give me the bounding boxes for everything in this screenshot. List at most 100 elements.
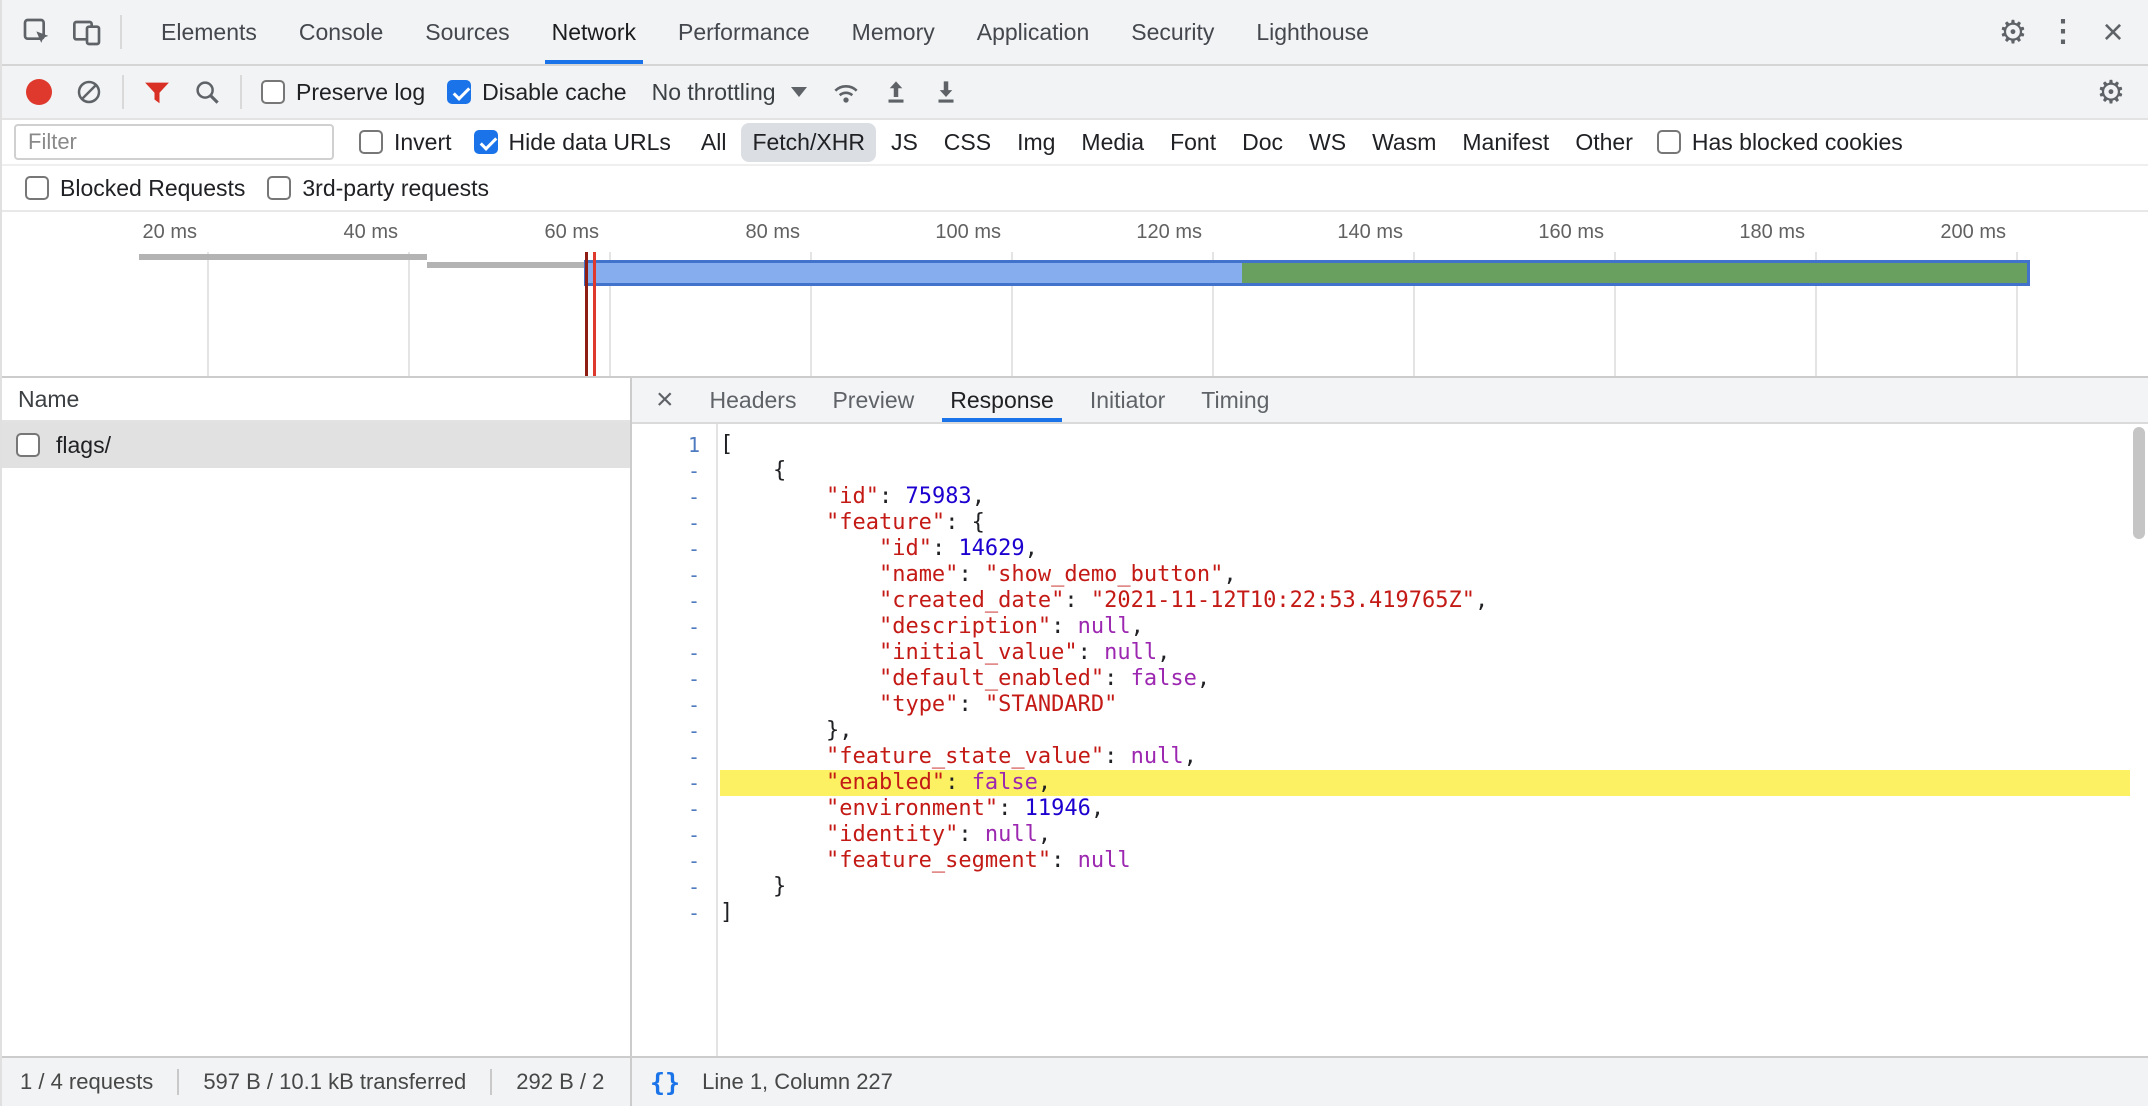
- invert-checkbox[interactable]: Invert: [359, 129, 452, 156]
- checkbox-box-checked: [447, 80, 471, 104]
- token: :: [1051, 614, 1078, 639]
- token: 14629: [958, 536, 1024, 561]
- detail-tab-initiator[interactable]: Initiator: [1072, 378, 1183, 422]
- record-network-log-button[interactable]: [14, 67, 64, 117]
- gutter-line: -: [632, 900, 716, 926]
- import-har-icon[interactable]: [871, 67, 921, 117]
- token: ,: [1091, 796, 1104, 821]
- token: :: [932, 536, 959, 561]
- code-line: "default_enabled": false,: [720, 666, 2130, 692]
- tab-console[interactable]: Console: [278, 0, 404, 64]
- token: ,: [972, 484, 985, 509]
- request-checkbox[interactable]: [16, 433, 40, 457]
- inspect-element-icon[interactable]: [12, 7, 62, 57]
- filter-chip-img[interactable]: Img: [1006, 123, 1066, 162]
- filter-chip-fetch-xhr[interactable]: Fetch/XHR: [741, 123, 875, 162]
- has-blocked-cookies-checkbox[interactable]: Has blocked cookies: [1657, 129, 1903, 156]
- name-column-header[interactable]: Name: [2, 378, 630, 422]
- code-line: [: [720, 432, 2130, 458]
- gutter-line: -: [632, 484, 716, 510]
- detail-tab-response[interactable]: Response: [932, 378, 1072, 422]
- tab-lighthouse[interactable]: Lighthouse: [1235, 0, 1390, 64]
- code-line: "environment": 11946,: [720, 796, 2130, 822]
- filter-chip-other[interactable]: Other: [1564, 123, 1644, 162]
- detail-tab-headers[interactable]: Headers: [692, 378, 815, 422]
- token: "feature_state_value": [826, 744, 1104, 769]
- request-row[interactable]: flags/: [2, 422, 630, 468]
- tab-application[interactable]: Application: [956, 0, 1111, 64]
- timing-segment-wait: [1242, 263, 2027, 283]
- filter-chip-manifest[interactable]: Manifest: [1451, 123, 1560, 162]
- network-conditions-icon[interactable]: [821, 67, 871, 117]
- filter-chip-ws[interactable]: WS: [1298, 123, 1357, 162]
- token: "identity": [826, 822, 958, 847]
- filter-chip-css[interactable]: CSS: [933, 123, 1002, 162]
- gutter-line: -: [632, 588, 716, 614]
- filter-chip-all[interactable]: All: [690, 123, 738, 162]
- domcontentloaded-event-line: [585, 252, 588, 376]
- search-icon[interactable]: [182, 67, 232, 117]
- settings-gear-icon[interactable]: ⚙: [1988, 7, 2038, 57]
- detail-tab-preview[interactable]: Preview: [814, 378, 932, 422]
- gear-glyph: ⚙: [1999, 16, 2028, 48]
- token: :: [945, 770, 972, 795]
- filter-funnel-icon[interactable]: [132, 67, 182, 117]
- network-toolbar: Preserve log Disable cache No throttling: [2, 66, 2148, 120]
- tab-network[interactable]: Network: [531, 0, 657, 64]
- filter-chip-js[interactable]: JS: [880, 123, 929, 162]
- detail-tab-timing[interactable]: Timing: [1183, 378, 1287, 422]
- timeline-label-100-ms: 100 ms: [861, 221, 1001, 244]
- tab-security[interactable]: Security: [1110, 0, 1235, 64]
- tab-elements[interactable]: Elements: [140, 0, 278, 64]
- filter-chip-media[interactable]: Media: [1070, 123, 1155, 162]
- token: :: [1104, 666, 1131, 691]
- code-line: "enabled": false,: [720, 770, 2130, 796]
- pretty-print-button[interactable]: {}: [640, 1068, 690, 1097]
- throttling-select[interactable]: No throttling: [652, 79, 807, 106]
- tab-memory[interactable]: Memory: [831, 0, 956, 64]
- close-details-icon[interactable]: ×: [638, 385, 692, 415]
- timeline-label-200-ms: 200 ms: [1866, 221, 2006, 244]
- token: "initial_value": [879, 640, 1078, 665]
- checkbox-box: [359, 130, 383, 154]
- gutter-line: -: [632, 510, 716, 536]
- checkbox-box: [25, 176, 49, 200]
- gutter-line: -: [632, 666, 716, 692]
- token: }: [720, 874, 786, 899]
- kebab-glyph: ⋮: [2048, 17, 2078, 47]
- code-line: }: [720, 874, 2130, 900]
- hide-data-urls-checkbox[interactable]: Hide data URLs: [474, 129, 671, 156]
- network-filter-bar: Invert Hide data URLs AllFetch/XHRJSCSSI…: [2, 120, 2148, 166]
- token: :: [879, 484, 906, 509]
- gutter-line: -: [632, 822, 716, 848]
- token: "created_date": [879, 588, 1064, 613]
- network-overview[interactable]: 20 ms40 ms60 ms80 ms100 ms120 ms140 ms16…: [2, 212, 2148, 378]
- network-settings-gear-icon[interactable]: ⚙: [2086, 67, 2136, 117]
- response-scrollbar[interactable]: [2130, 424, 2148, 1056]
- blocked-requests-checkbox[interactable]: Blocked Requests: [25, 175, 245, 202]
- tab-performance[interactable]: Performance: [657, 0, 831, 64]
- more-options-icon[interactable]: ⋮: [2038, 7, 2088, 57]
- filter-input[interactable]: [14, 124, 334, 160]
- filter-chip-font[interactable]: Font: [1159, 123, 1227, 162]
- token: ,: [1184, 744, 1197, 769]
- token: 75983: [905, 484, 971, 509]
- clear-network-log-icon[interactable]: [64, 67, 114, 117]
- export-har-icon[interactable]: [921, 67, 971, 117]
- filter-chip-wasm[interactable]: Wasm: [1361, 123, 1447, 162]
- scrollbar-thumb[interactable]: [2133, 427, 2145, 539]
- requests-panel: Name flags/: [2, 378, 632, 1056]
- preserve-log-checkbox[interactable]: Preserve log: [261, 79, 425, 106]
- token: [720, 614, 879, 639]
- third-party-requests-checkbox[interactable]: 3rd-party requests: [267, 175, 489, 202]
- request-timing-bar: [584, 260, 2030, 286]
- gutter-line: -: [632, 770, 716, 796]
- token: "description": [879, 614, 1051, 639]
- disable-cache-checkbox[interactable]: Disable cache: [447, 79, 626, 106]
- filter-chip-doc[interactable]: Doc: [1231, 123, 1294, 162]
- code-line: "feature": {: [720, 510, 2130, 536]
- tab-sources[interactable]: Sources: [404, 0, 530, 64]
- close-devtools-icon[interactable]: ×: [2088, 7, 2138, 57]
- code-line: {: [720, 458, 2130, 484]
- device-toolbar-icon[interactable]: [62, 7, 112, 57]
